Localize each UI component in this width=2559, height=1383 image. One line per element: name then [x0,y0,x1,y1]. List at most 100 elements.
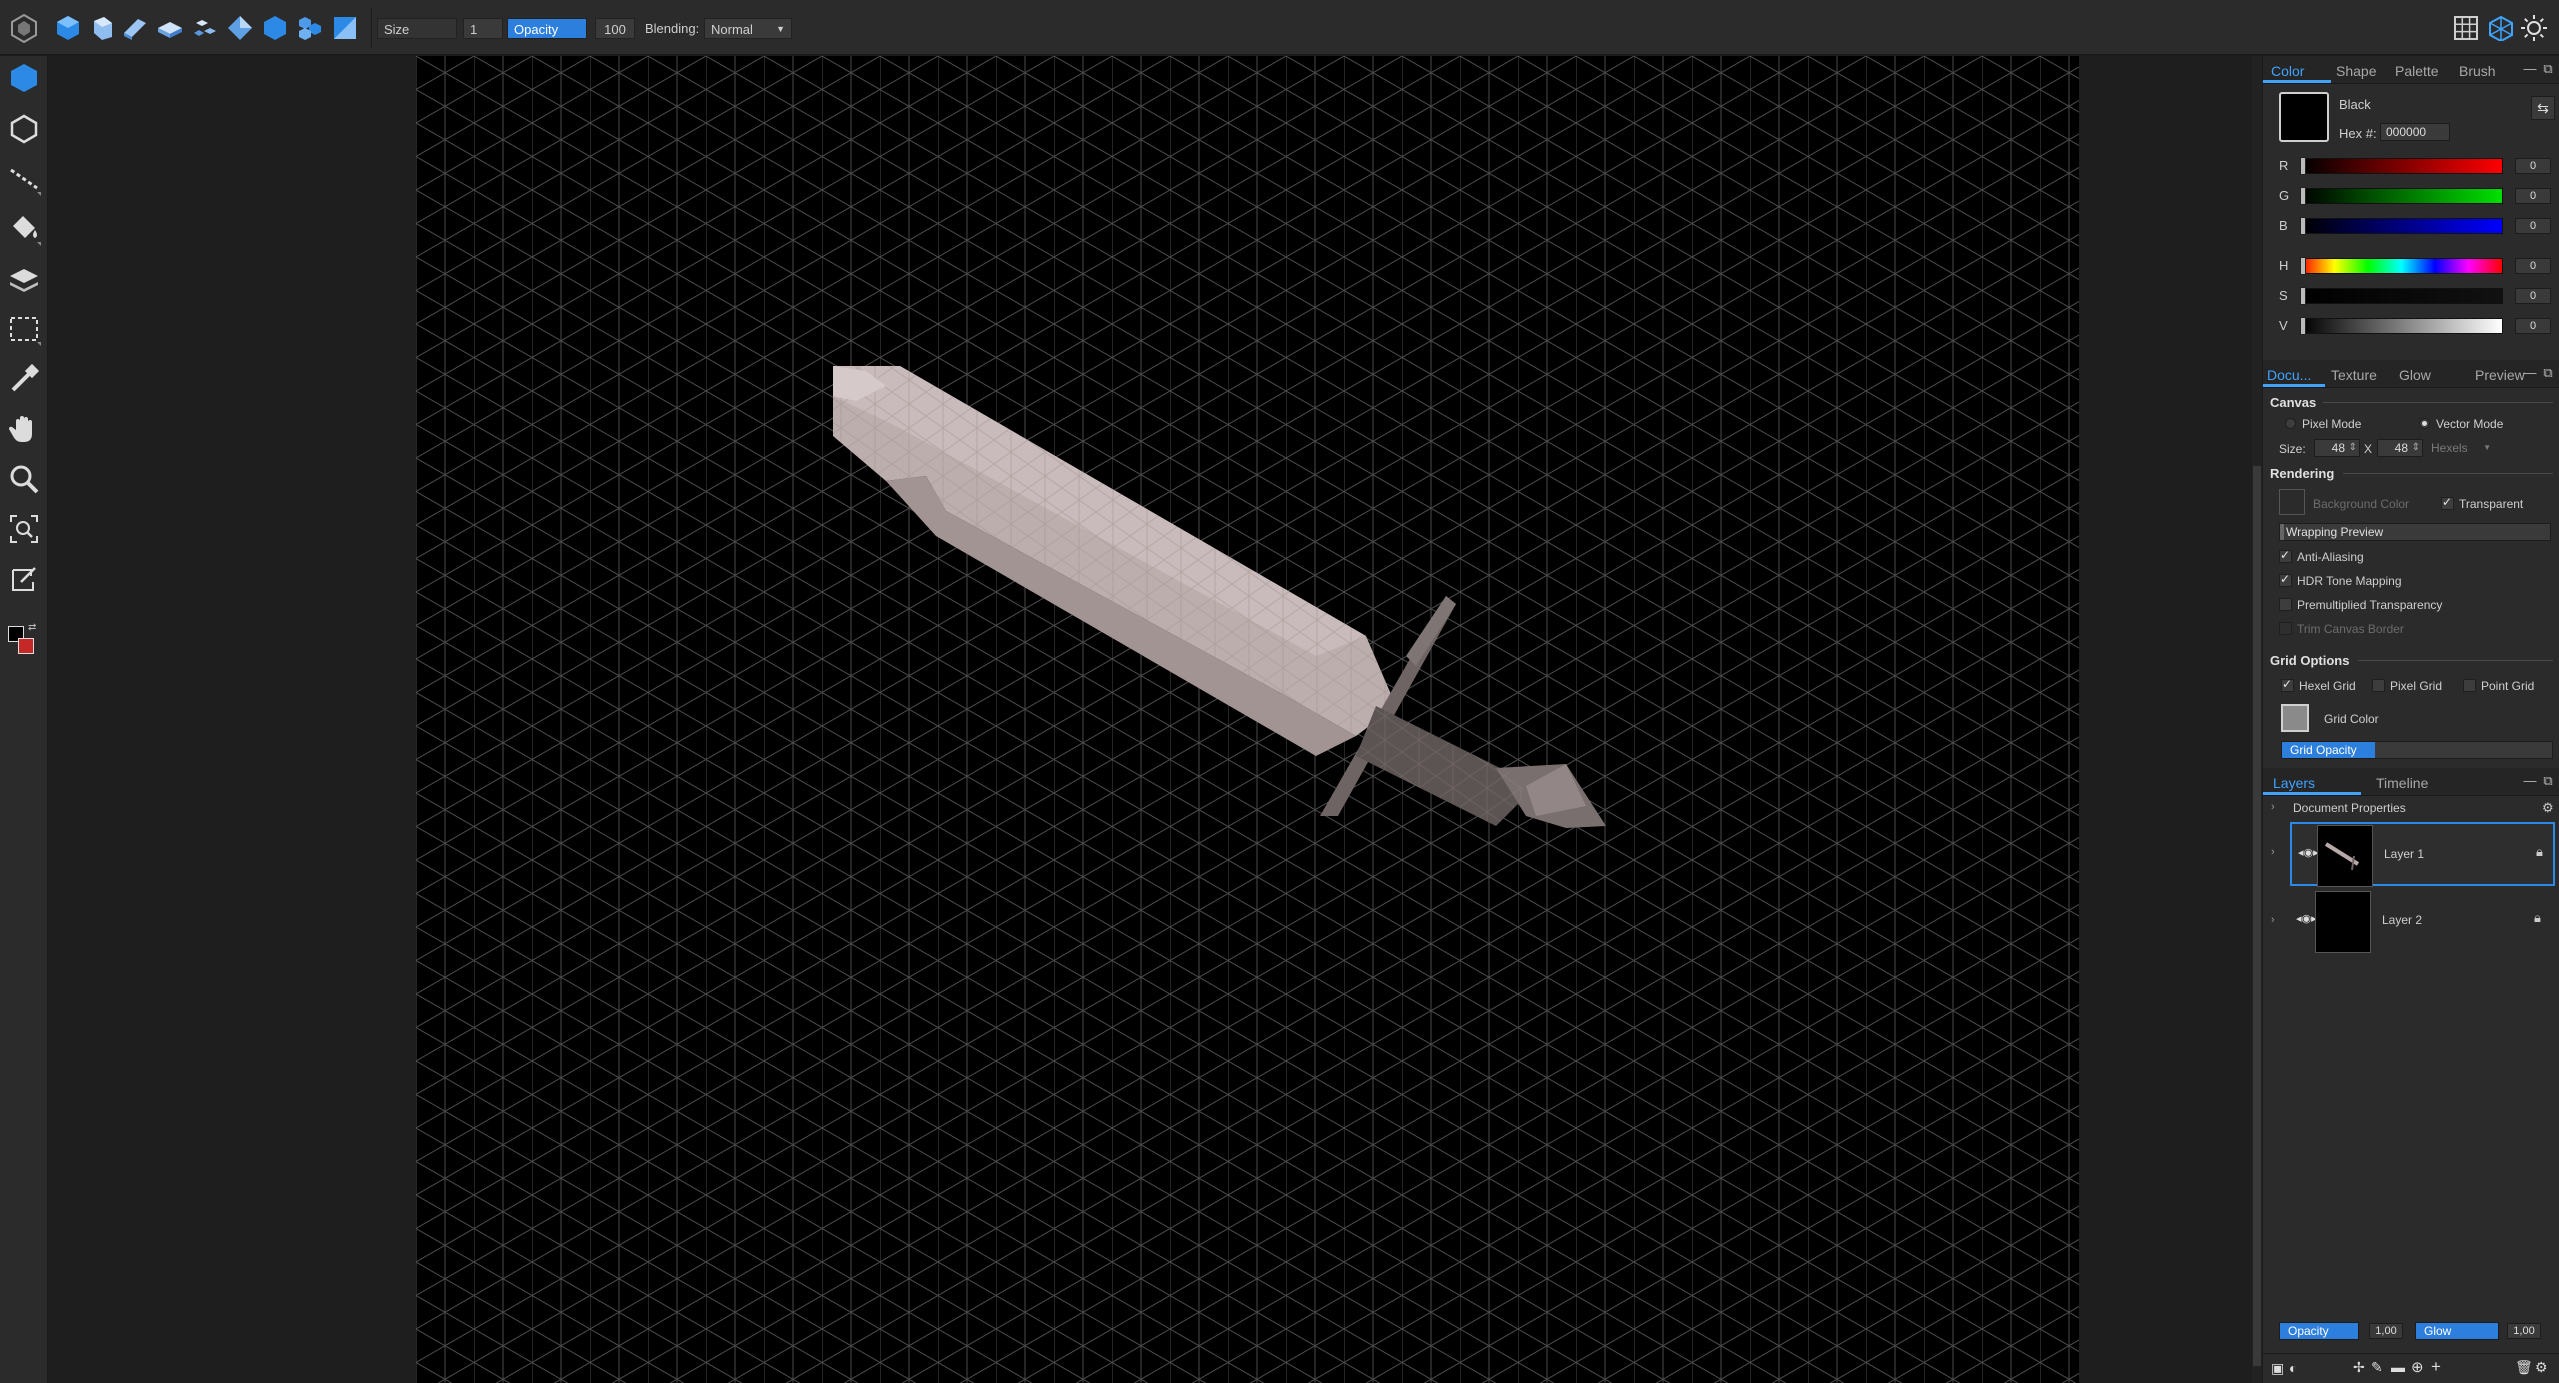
blending-select[interactable]: Normal ▼ [704,18,792,39]
iso-grid-icon[interactable] [2488,15,2514,41]
tab-texture[interactable]: Texture [2331,367,2377,383]
scrollbar-thumb[interactable] [2253,466,2261,1366]
hexel-fill-icon[interactable] [53,13,83,43]
add-layer-icon[interactable]: + [2431,1357,2441,1377]
s-slider[interactable] [2300,287,2503,305]
popout-icon[interactable]: ⧉ [2541,774,2555,788]
chevron-right-icon[interactable]: › [2271,846,2275,858]
minimize-icon[interactable]: — [2523,62,2537,76]
g-slider[interactable] [2300,187,2503,205]
premultiplied-transparency-checkbox[interactable] [2279,598,2292,611]
v-value[interactable]: 0 [2515,318,2551,334]
hdr-tone-mapping-checkbox[interactable] [2279,572,2292,587]
opacity-input[interactable]: 100 [595,18,635,39]
swap-colors-icon[interactable]: ⇄ [28,622,36,633]
hand-pan-icon[interactable] [7,412,41,446]
tab-document[interactable]: Docu... [2267,367,2311,383]
tab-timeline[interactable]: Timeline [2376,775,2428,791]
line-tool-icon[interactable] [7,162,41,196]
tab-shape[interactable]: Shape [2336,63,2376,79]
r-slider[interactable] [2300,157,2503,175]
diamond-icon[interactable] [225,13,255,43]
trim-canvas-border-checkbox[interactable] [2279,622,2292,635]
pixel-mode-radio[interactable] [2285,418,2296,429]
brightness-icon[interactable] [2520,14,2548,42]
vector-mode-radio[interactable] [2419,418,2430,429]
grid-opacity-slider[interactable]: Grid Opacity [2281,741,2553,759]
current-color-swatch[interactable] [2279,92,2329,142]
transparent-checkbox[interactable] [2441,495,2454,510]
grid-color-swatch[interactable] [2281,704,2309,732]
secondary-color-swatch[interactable] [18,638,34,654]
settings-icon[interactable]: ⚙ [2535,1359,2548,1376]
gear-icon[interactable]: ⚙ [2542,800,2554,816]
layer-row-2[interactable]: ◂◉▸ Layer 2 🔒︎ [2290,890,2555,954]
anti-aliasing-checkbox[interactable] [2279,548,2292,563]
grid-view-icon[interactable] [2453,15,2479,41]
opacity-slider[interactable]: Opacity [507,18,587,39]
eye-visibility-icon[interactable]: ◂◉▸ [2298,846,2319,859]
hex-cluster-icon[interactable] [295,13,325,43]
canvas-workspace[interactable] [49,56,2252,1383]
s-value[interactable]: 0 [2515,288,2551,304]
vertical-scrollbar[interactable] [2252,56,2262,1383]
zoom-fit-icon[interactable] [7,512,41,546]
fill-bucket-icon[interactable] [7,212,41,246]
document-properties-row[interactable]: › Document Properties ⚙ [2263,798,2559,820]
tab-color[interactable]: Color [2271,63,2304,79]
tab-layers[interactable]: Layers [2273,775,2315,791]
trash-icon[interactable]: 🗑︎ [2515,1359,2533,1376]
point-grid-checkbox[interactable] [2463,679,2476,692]
triangle-square-icon[interactable] [330,13,360,43]
zoom-icon[interactable] [7,462,41,496]
chevron-right-icon[interactable]: › [2271,914,2275,926]
minimize-icon[interactable]: — [2523,774,2537,788]
h-slider[interactable] [2300,257,2503,275]
b-slider[interactable] [2300,217,2503,235]
h-value[interactable]: 0 [2515,258,2551,274]
drawing-canvas[interactable] [416,56,2079,1383]
tab-preview[interactable]: Preview [2475,367,2525,383]
tab-palette[interactable]: Palette [2395,63,2439,79]
size-input[interactable]: 1 [463,18,503,39]
marquee-select-icon[interactable] [7,312,41,346]
folder-icon[interactable]: ▬ [2391,1359,2405,1375]
wrapping-preview-slider[interactable]: Wrapping Preview [2279,523,2551,541]
blend-icon[interactable]: ◐ [2289,1360,2297,1376]
tab-glow[interactable]: Glow [2399,367,2431,383]
size-unit-select[interactable]: Hexels ▼ [2431,439,2491,457]
mask-icon[interactable]: ▣ [2271,1360,2284,1377]
lock-icon[interactable]: 🔒︎ [2534,910,2541,926]
layer-glow-value[interactable]: 1,00 [2507,1323,2541,1339]
layer-opacity-value[interactable]: 1,00 [2369,1323,2403,1339]
b-value[interactable]: 0 [2515,218,2551,234]
layer-glow-slider[interactable]: Glow [2415,1322,2499,1340]
canvas-width-input[interactable]: 48 [2314,439,2360,457]
pixel-grid-checkbox[interactable] [2372,679,2385,692]
scatter-icon[interactable] [190,13,220,43]
chevron-right-icon[interactable]: › [2271,801,2275,813]
r-value[interactable]: 0 [2515,158,2551,174]
popout-icon[interactable]: ⧉ [2541,62,2555,76]
app-logo-icon[interactable] [9,13,39,43]
new-effect-icon[interactable]: ✢ [2353,1359,2365,1376]
popout-icon[interactable]: ⧉ [2541,366,2555,380]
eyedropper-icon[interactable] [7,362,41,396]
eye-visibility-icon[interactable]: ◂◉▸ [2296,912,2317,925]
flat-tile-icon[interactable] [155,13,185,43]
hexagon-icon[interactable] [260,13,290,43]
background-color-swatch[interactable] [2279,489,2305,515]
hexel-outline-icon[interactable] [7,112,41,146]
lock-icon[interactable]: 🔒︎ [2536,844,2543,860]
tab-brush[interactable]: Brush [2459,63,2496,79]
hexel-brush-icon[interactable] [7,61,41,95]
g-value[interactable]: 0 [2515,188,2551,204]
layers-tool-icon[interactable] [7,262,41,296]
hex-input[interactable]: 000000 [2380,123,2450,141]
slab-icon[interactable] [120,13,150,43]
color-swap-icon[interactable]: ⇆ [2531,96,2555,120]
transform-icon[interactable] [7,562,41,596]
layer-row-1[interactable]: ◂◉▸ Layer 1 🔒︎ [2290,822,2555,887]
canvas-height-input[interactable]: 48 [2377,439,2423,457]
minimize-icon[interactable]: — [2523,366,2537,380]
